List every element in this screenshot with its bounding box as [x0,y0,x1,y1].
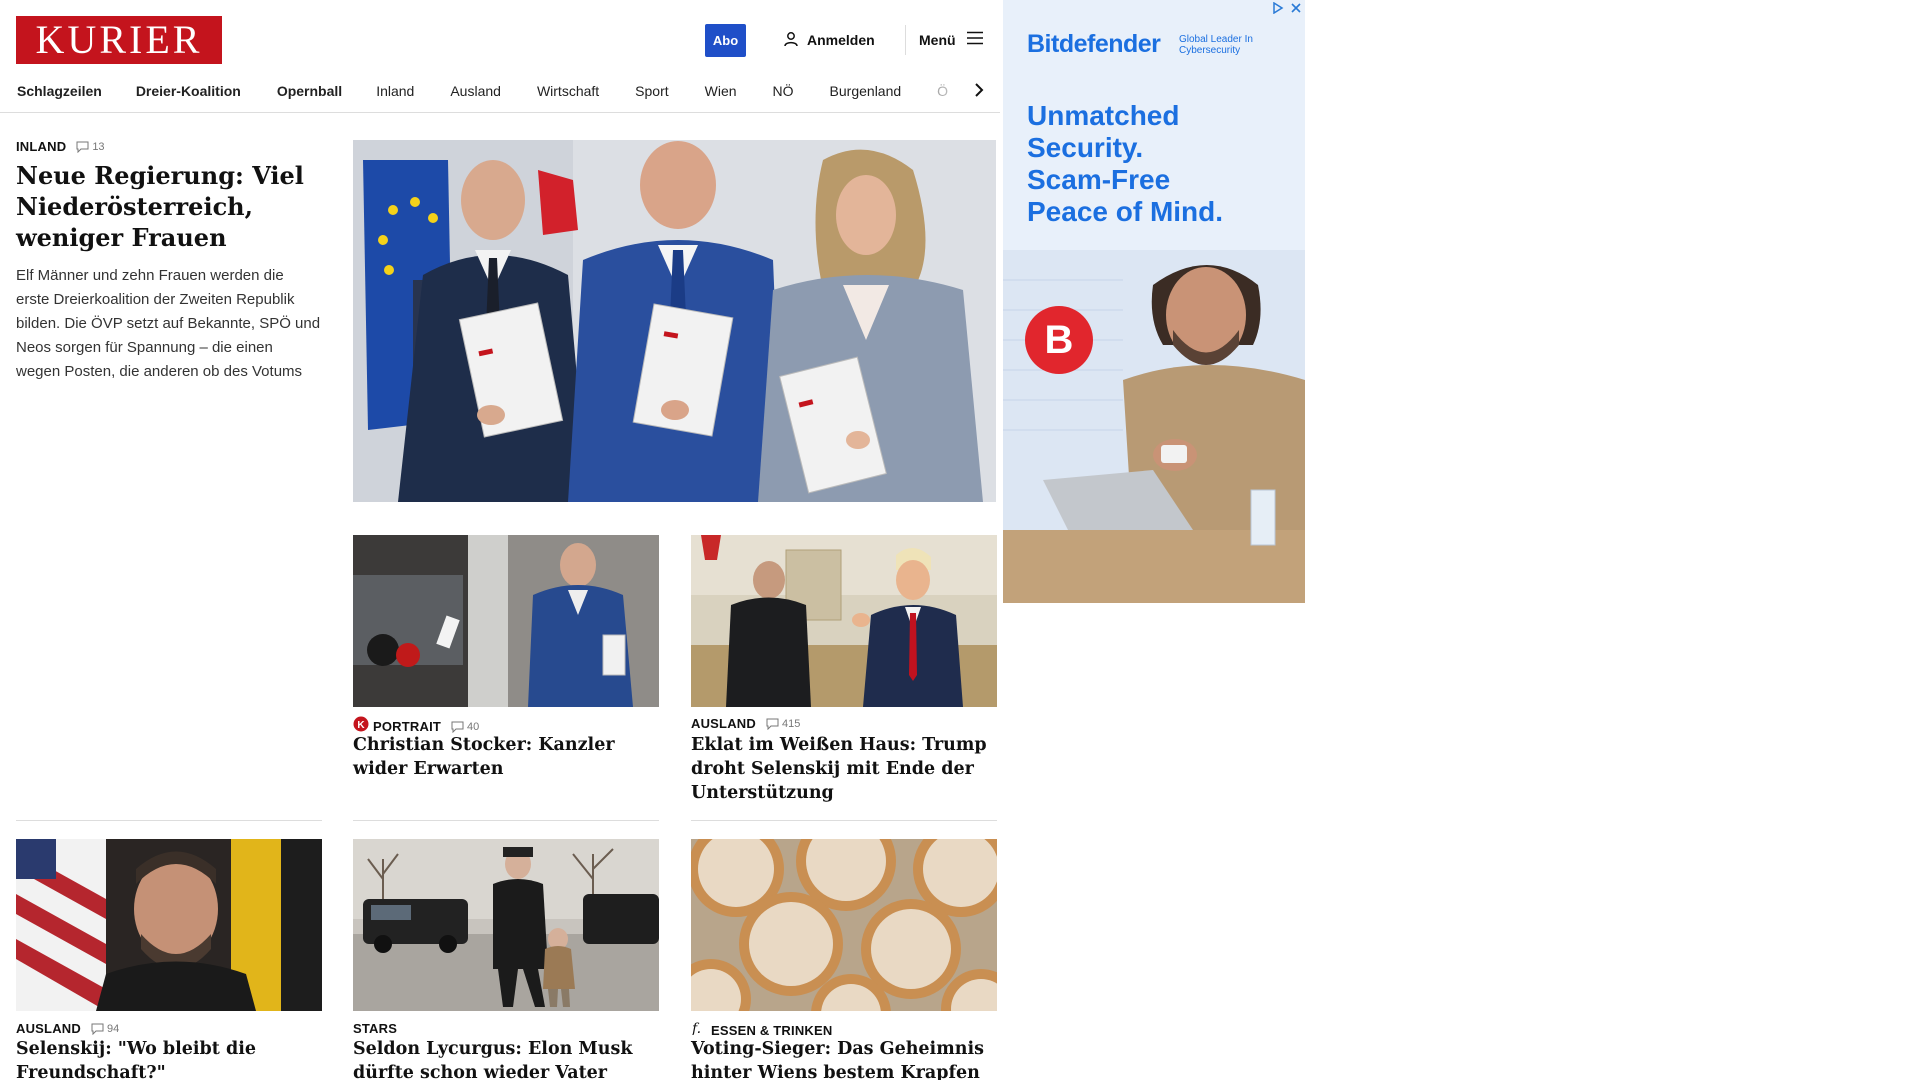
svg-text:f.: f. [691,1021,701,1035]
card-image-musk[interactable] [353,839,659,1011]
nav-item-burgenland[interactable]: Burgenland [830,83,902,99]
nav-item-schlagzeilen[interactable]: Schlagzeilen [17,83,102,99]
header-divider [905,25,906,55]
nav-item-inland[interactable]: Inland [376,83,414,99]
card-comment-count[interactable]: 415 [766,718,800,730]
card-category[interactable]: AUSLAND [691,716,756,731]
card-kicker-musk: STARS [353,1021,397,1036]
lead-comment-count[interactable]: 13 [76,140,105,153]
comment-icon [76,141,89,153]
nav-underline [0,112,1000,113]
comment-icon [766,718,779,730]
ad-close-controls[interactable] [1270,0,1306,16]
svg-text:K: K [357,720,365,731]
user-icon [783,31,799,50]
card-comments: 40 [467,720,480,733]
nav-item-wirtschaft[interactable]: Wirtschaft [537,83,599,99]
menu-button[interactable]: Menü [919,31,984,48]
card-comments: 94 [106,1022,120,1035]
card-headline-musk[interactable]: Seldon Lycurgus: Elon Musk dürfte schon … [353,1037,659,1080]
advertisement[interactable]: Bitdefender Global Leader In Cybersecuri… [1003,0,1305,603]
nav-item-dreier-koalition[interactable]: Dreier-Koalition [136,83,241,99]
comment-icon [451,721,464,733]
section-nav: Schlagzeilen Dreier-Koalition Opernball … [17,80,982,102]
card-kicker-selenskij: AUSLAND 94 [16,1021,119,1036]
divider [691,820,997,821]
card-headline-stocker[interactable]: Christian Stocker: Kanzler wider Erwarte… [353,733,659,781]
divider [353,820,659,821]
lead-teaser: Elf Männer und zehn Frauen werden die er… [16,267,321,380]
nav-item-wien[interactable]: Wien [705,83,737,99]
close-icon[interactable] [1290,2,1302,14]
login-button[interactable]: Anmelden [783,31,875,49]
nav-item-ausland[interactable]: Ausland [450,83,501,99]
card-headline-trump[interactable]: Eklat im Weißen Haus: Trump droht Selens… [691,733,997,805]
menu-label: Menü [919,31,956,48]
card-image-krapfen[interactable] [691,839,997,1011]
card-category[interactable]: PORTRAIT [373,719,441,734]
card-category[interactable]: STARS [353,1021,397,1036]
lead-headline[interactable]: Neue Regierung: Viel Niederösterreich, w… [16,160,326,253]
kurier-logo[interactable]: KURIER [16,16,222,64]
card-comment-count[interactable]: 40 [451,721,479,733]
card-category[interactable]: ESSEN & TRINKEN [711,1023,832,1038]
ad-tagline: Global Leader In Cybersecurity [1179,34,1253,56]
nav-item-noe[interactable]: NÖ [773,83,794,99]
hamburger-icon [966,31,984,48]
card-image-selenskij[interactable] [16,839,322,1011]
card-headline-selenskij[interactable]: Selenskij: "Wo bleibt die Freundschaft?" [16,1037,322,1080]
card-kicker-trump: AUSLAND 415 [691,716,800,731]
login-label: Anmelden [807,32,875,48]
card-headline-krapfen[interactable]: Voting-Sieger: Das Geheimnis hinter Wien… [691,1037,997,1080]
lead-kicker: INLAND 13 [16,139,105,154]
abo-button[interactable]: Abo [705,24,746,57]
ad-badge-letter: B [1044,318,1074,362]
card-comment-count[interactable]: 94 [91,1023,119,1035]
ad-brand: Bitdefender [1027,30,1161,58]
comment-icon [91,1023,104,1035]
card-image-trump-selenskij[interactable] [691,535,997,707]
ad-headline: Unmatched Security. Scam-Free Peace of M… [1027,100,1224,227]
lead-category[interactable]: INLAND [16,139,66,154]
card-comments: 415 [781,717,801,730]
lead-image[interactable] [353,140,996,502]
card-category[interactable]: AUSLAND [16,1021,81,1036]
adchoices-icon[interactable] [1272,2,1284,14]
nav-item-sport[interactable]: Sport [635,83,668,99]
lead-comments: 13 [92,140,105,153]
card-image-stocker[interactable] [353,535,659,707]
nav-item-opernball[interactable]: Opernball [277,83,342,99]
divider [16,820,322,821]
nav-scroll-right-icon[interactable] [968,76,992,104]
